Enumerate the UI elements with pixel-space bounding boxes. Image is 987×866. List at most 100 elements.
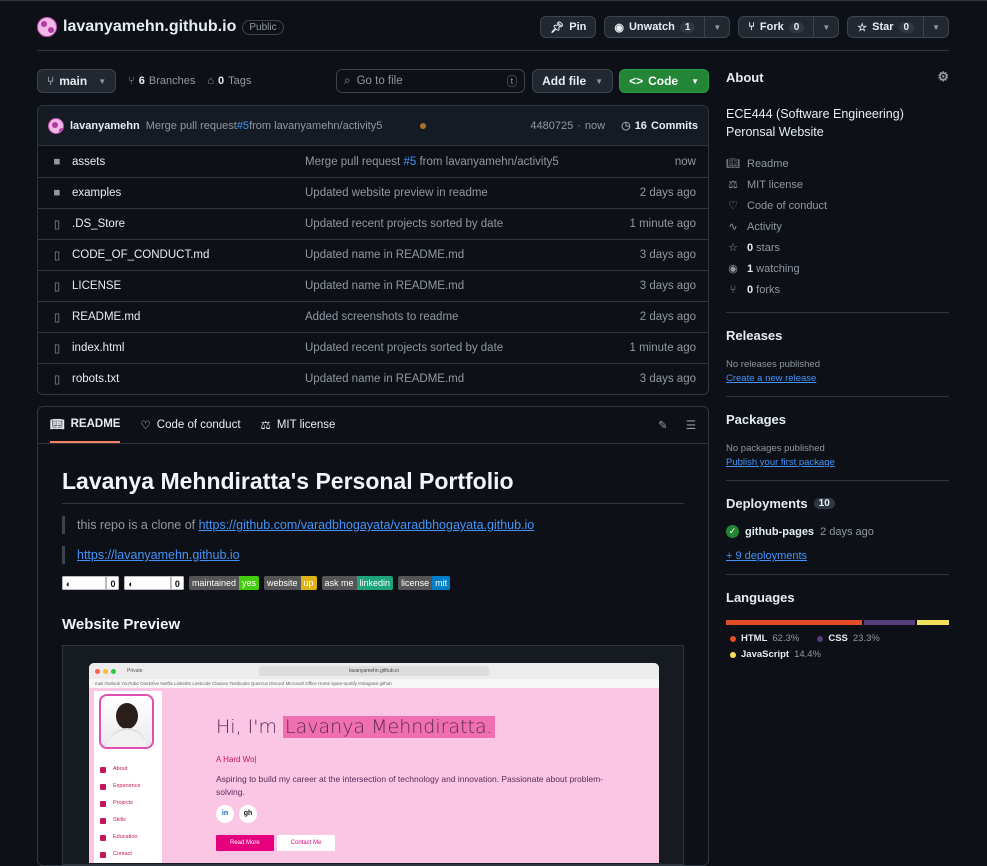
badge[interactable]: license mit bbox=[398, 576, 451, 590]
file-row[interactable]: ▯ robots.txt Updated name in README.md 3 da… bbox=[38, 363, 708, 394]
language-pct: 14.4% bbox=[794, 649, 821, 660]
file-commit-message[interactable]: Updated recent projects sorted by date bbox=[305, 342, 586, 354]
tab-code-of-conduct[interactable]: ♡ Code of conduct bbox=[140, 407, 240, 443]
file-commit-text[interactable]: Updated recent projects sorted by date bbox=[305, 218, 503, 230]
file-commit-message[interactable]: Updated name in README.md bbox=[305, 373, 586, 385]
about-item[interactable]: ⑂ 0 forks bbox=[726, 279, 949, 300]
file-commit-message[interactable]: Updated name in README.md bbox=[305, 280, 586, 292]
deployment-env[interactable]: github-pages bbox=[745, 526, 814, 538]
commit-message[interactable]: Merge pull request bbox=[146, 120, 237, 132]
file-name[interactable]: robots.txt bbox=[72, 373, 119, 385]
file-row[interactable]: ▯ index.html Updated recent projects sorte… bbox=[38, 332, 708, 363]
file-name[interactable]: examples bbox=[72, 187, 121, 199]
chevron-down-icon[interactable]: ▼ bbox=[923, 17, 948, 37]
status-dot-icon[interactable] bbox=[420, 122, 427, 129]
language-bar bbox=[726, 620, 949, 625]
language-bar-segment[interactable] bbox=[726, 620, 863, 625]
about-item[interactable]: ♡ Code of conduct bbox=[726, 195, 949, 216]
fork-icon: ⑂ bbox=[748, 21, 755, 33]
code-button[interactable]: <> Code ▼ bbox=[619, 69, 709, 93]
tab-readme[interactable]: 📖︎ README bbox=[50, 407, 121, 443]
badge[interactable]: ◐ Stars 0 bbox=[62, 576, 120, 590]
owner-avatar[interactable] bbox=[37, 17, 57, 37]
file-commit-message[interactable]: Added screenshots to readme bbox=[305, 311, 586, 323]
file-commit-message[interactable]: Updated name in README.md bbox=[305, 249, 586, 261]
file-name[interactable]: assets bbox=[72, 156, 105, 168]
file-commit-text[interactable]: Added screenshots to readme bbox=[305, 311, 458, 323]
packages-heading[interactable]: Packages bbox=[726, 412, 949, 427]
file-commit-link[interactable]: #5 bbox=[403, 156, 416, 168]
branch-select[interactable]: ⑂ main ▼ bbox=[37, 69, 117, 93]
file-commit-text[interactable]: Updated name in README.md bbox=[305, 280, 464, 292]
file-name[interactable]: README.md bbox=[72, 311, 140, 323]
commit-message-tail[interactable]: from lavanyamehn/activity5 bbox=[249, 120, 382, 132]
file-commit-text[interactable]: Updated name in README.md bbox=[305, 249, 464, 261]
commit-pr-link[interactable]: #5 bbox=[237, 120, 249, 132]
repo-name[interactable]: lavanyamehn.github.io bbox=[63, 18, 236, 36]
language-item[interactable]: HTML 62.3% bbox=[730, 633, 799, 644]
badge[interactable]: ask me linkedin bbox=[321, 576, 394, 590]
about-item[interactable]: 📖︎ Readme bbox=[726, 153, 949, 174]
gear-icon[interactable]: ⚙ bbox=[937, 69, 949, 85]
maximize-dot-icon bbox=[111, 668, 116, 674]
file-row[interactable]: ▯ LICENSE Updated name in README.md 3 days … bbox=[38, 270, 708, 301]
commit-avatar[interactable] bbox=[48, 117, 64, 134]
language-item[interactable]: CSS 23.3% bbox=[817, 633, 880, 644]
about-item[interactable]: ⚖ MIT license bbox=[726, 174, 949, 195]
chevron-down-icon[interactable]: ▼ bbox=[704, 17, 729, 37]
clone-link[interactable]: https://github.com/varadbhogayata/varadb… bbox=[199, 518, 535, 532]
file-row[interactable]: ■ assets Merge pull request #5 from lavany… bbox=[38, 146, 708, 177]
about-item[interactable]: ◉ 1 watching bbox=[726, 258, 949, 279]
file-commit-text[interactable]: Updated website preview in readme bbox=[305, 187, 488, 199]
releases-heading[interactable]: Releases bbox=[726, 328, 949, 343]
badge[interactable]: website up bbox=[263, 576, 317, 590]
deployments-heading[interactable]: Deployments bbox=[726, 496, 808, 511]
file-commit-text[interactable]: Merge pull request bbox=[305, 156, 403, 168]
list-icon[interactable]: ☰ bbox=[686, 418, 696, 432]
file-commit-tail[interactable]: from lavanyamehn/activity5 bbox=[416, 156, 558, 168]
file-row[interactable]: ■ examples Updated website preview in read… bbox=[38, 177, 708, 208]
chevron-down-icon[interactable]: ▼ bbox=[813, 17, 838, 37]
file-row[interactable]: ▯ README.md Added screenshots to readme 2 d… bbox=[38, 301, 708, 332]
more-deployments-link[interactable]: + 9 deployments bbox=[726, 550, 807, 562]
language-bar-segment[interactable] bbox=[864, 620, 916, 625]
file-commit-text[interactable]: Updated name in README.md bbox=[305, 373, 464, 385]
badge[interactable]: ◐ Forks 0 bbox=[124, 576, 184, 590]
file-name[interactable]: LICENSE bbox=[72, 280, 121, 292]
add-file-button[interactable]: Add file ▼ bbox=[532, 69, 614, 93]
preview-nav-item: Education bbox=[100, 829, 141, 846]
file-commit-message[interactable]: Updated recent projects sorted by date bbox=[305, 218, 586, 230]
file-commit-text[interactable]: Updated recent projects sorted by date bbox=[305, 342, 503, 354]
about-item[interactable]: ∿ Activity bbox=[726, 216, 949, 237]
create-release-link[interactable]: Create a new release bbox=[726, 373, 816, 384]
file-name[interactable]: index.html bbox=[72, 342, 124, 354]
file-name[interactable]: CODE_OF_CONDUCT.md bbox=[72, 249, 209, 261]
packages-empty: No packages published bbox=[726, 443, 825, 454]
publish-package-link[interactable]: Publish your first package bbox=[726, 457, 835, 468]
file-row[interactable]: ▯ CODE_OF_CONDUCT.md Updated name in READM… bbox=[38, 239, 708, 270]
pencil-icon[interactable]: ✎ bbox=[658, 418, 668, 432]
file-row[interactable]: ▯ .DS_Store Updated recent projects sorted… bbox=[38, 208, 708, 239]
file-commit-time: 1 minute ago bbox=[629, 342, 697, 354]
language-item[interactable]: JavaScript 14.4% bbox=[730, 649, 821, 660]
badge[interactable]: maintained yes bbox=[188, 576, 259, 590]
unwatch-button[interactable]: ◉ Unwatch 1 ▼ bbox=[604, 16, 731, 38]
site-link[interactable]: https://lavanyamehn.github.io bbox=[77, 548, 240, 562]
file-commit-message[interactable]: Merge pull request #5 from lavanyamehn/a… bbox=[305, 156, 586, 168]
tab-license[interactable]: ⚖ MIT license bbox=[261, 407, 336, 443]
fork-icon: ⑂ bbox=[729, 283, 737, 296]
star-button[interactable]: ☆ Star 0 ▼ bbox=[847, 16, 949, 38]
language-bar-segment[interactable] bbox=[917, 620, 949, 625]
commit-author[interactable]: lavanyamehn bbox=[70, 120, 140, 132]
tags-link[interactable]: ⌂ 0 Tags bbox=[207, 75, 251, 87]
commits-link[interactable]: ◷ 16 Commits bbox=[621, 119, 698, 133]
file-commit-message[interactable]: Updated website preview in readme bbox=[305, 187, 586, 199]
fork-button[interactable]: ⑂ Fork 0 ▼ bbox=[738, 16, 840, 38]
commit-hash[interactable]: 4480725 bbox=[530, 120, 573, 132]
branches-link[interactable]: ⑂ 6 Branches bbox=[128, 75, 195, 87]
file-commit-time: 3 days ago bbox=[639, 249, 696, 261]
about-item[interactable]: ☆ 0 stars bbox=[726, 237, 949, 258]
go-to-file-input[interactable]: ⌕ Go to file t bbox=[336, 69, 526, 93]
file-name[interactable]: .DS_Store bbox=[72, 218, 125, 230]
pin-button[interactable]: 📌︎ Pin bbox=[540, 16, 597, 38]
